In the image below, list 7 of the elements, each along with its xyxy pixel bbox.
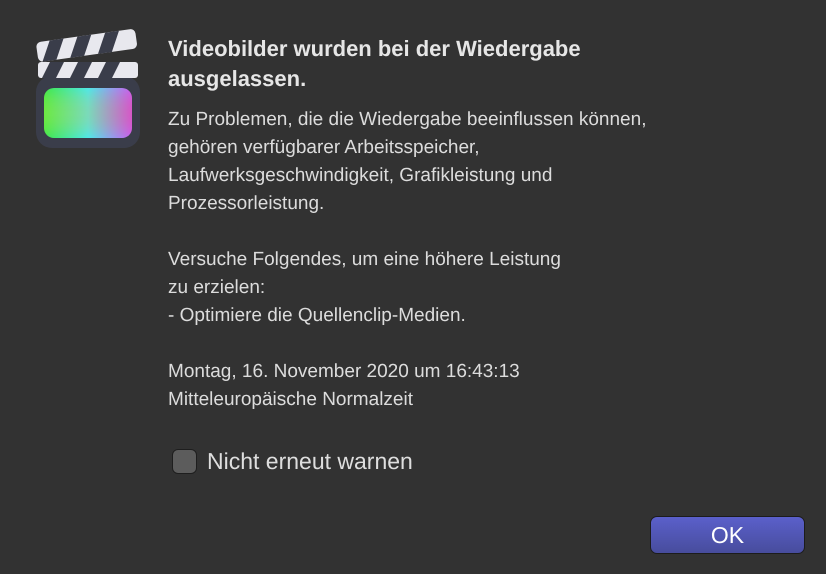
checkbox[interactable]: [172, 449, 197, 474]
message-text: Versuche Folgendes, um eine höhere Leistung zu erzielen: - Optimiere die Quellenclip-Medien.: [168, 248, 562, 328]
alert-title: Videobilder wurden bei der Wiedergabe ausgelassen.: [168, 35, 582, 93]
message-text: Zu Problemen, die die Wiedergabe beeinflussen können, gehören verfügbarer Arbeitsspeicher, Laufwerksgeschwindigkeit, Grafikleistung und Prozessorleistung.: [168, 108, 648, 216]
checkbox-label: Nicht erneut warnen: [207, 448, 413, 475]
message-text: Montag, 16. November 2020 um 16:43:13 Mitteleuropäische Normalzeit: [168, 360, 521, 412]
ok-button[interactable]: OK: [650, 516, 805, 554]
